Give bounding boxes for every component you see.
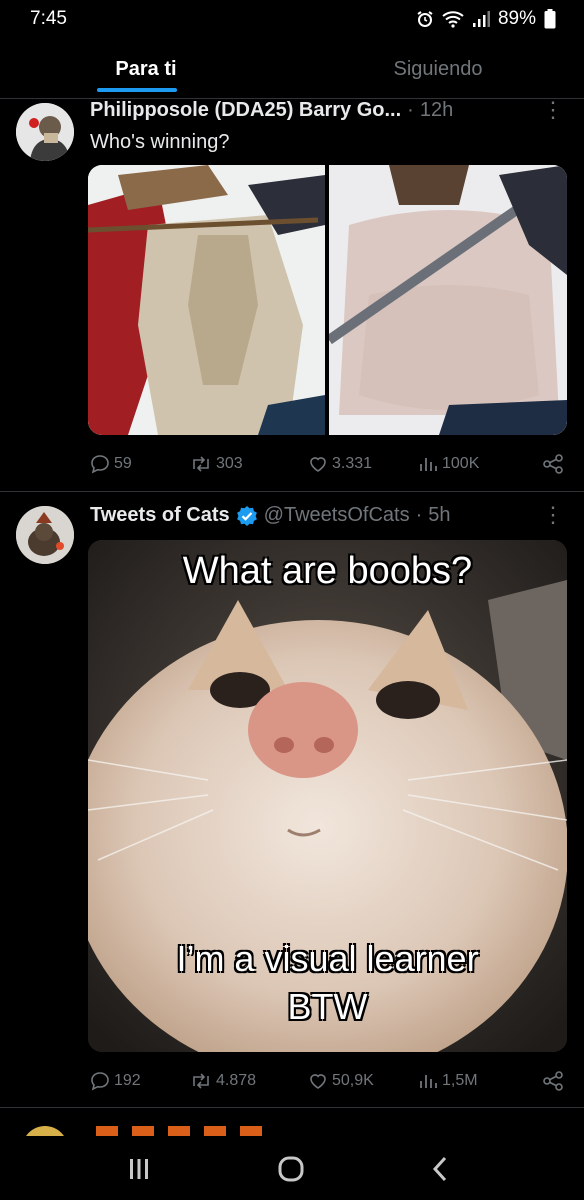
tweet-media[interactable]: What are boobs? I’m a visual learner BTW — [88, 540, 567, 1052]
tweet-divider — [0, 1107, 584, 1108]
share-icon — [542, 453, 564, 475]
wifi-icon — [442, 10, 464, 28]
meme-bottom-text-1: I’m a visual learner — [176, 938, 479, 979]
emoji-row-icon — [96, 1126, 276, 1136]
views-count: 100K — [442, 455, 480, 472]
share-icon — [542, 1070, 564, 1092]
meme-top-text: What are boobs? — [182, 550, 473, 592]
reply-count: 59 — [114, 455, 132, 472]
media-image-right[interactable] — [326, 165, 567, 435]
reply-icon — [90, 1071, 110, 1091]
tweet-time[interactable]: 5h — [428, 504, 450, 527]
separator: · — [415, 504, 423, 526]
tweet-media[interactable] — [88, 165, 567, 435]
heart-icon — [308, 1071, 328, 1091]
avatar[interactable] — [16, 506, 74, 564]
status-bar: 7:45 89% — [0, 0, 584, 40]
views-icon — [418, 454, 438, 474]
tweet-header: Philipposole (DDA25) Barry Go... · 12h — [90, 99, 564, 122]
retweet-count: 303 — [216, 455, 243, 472]
reply-icon — [90, 454, 110, 474]
retweet-icon — [190, 1071, 212, 1091]
retweet-button[interactable]: 4.878 — [190, 1071, 308, 1091]
media-image-left[interactable] — [88, 165, 325, 435]
like-count: 3.331 — [332, 455, 373, 472]
tweet-header: Tweets of Cats @TweetsOfCats · 5h — [90, 504, 564, 527]
battery-percent: 89% — [497, 8, 536, 29]
tweet-time[interactable]: 12h — [420, 99, 453, 122]
views-count: 1,5M — [442, 1072, 478, 1089]
next-tweet-peek[interactable] — [0, 1120, 584, 1136]
author-handle[interactable]: @TweetsOfCats — [264, 504, 410, 527]
tweet-1[interactable]: Philipposole (DDA25) Barry Go... · 12h ⋮… — [0, 97, 584, 491]
alarm-icon — [416, 10, 434, 28]
more-options-icon[interactable]: ⋮ — [542, 97, 564, 123]
avatar[interactable] — [16, 103, 74, 161]
more-options-icon[interactable]: ⋮ — [542, 502, 564, 528]
meme-bottom-text-2: BTW — [287, 986, 368, 1027]
share-button[interactable] — [542, 453, 564, 475]
reply-button[interactable]: 59 — [90, 454, 190, 474]
like-count: 50,9K — [332, 1072, 374, 1089]
battery-icon — [544, 9, 556, 29]
reply-count: 192 — [114, 1072, 141, 1089]
reply-button[interactable]: 192 — [90, 1071, 190, 1091]
share-button[interactable] — [542, 1070, 564, 1092]
recents-icon[interactable] — [128, 1158, 150, 1185]
tweet-actions: 59 303 3.331 100K — [90, 449, 564, 479]
author-name[interactable]: Philipposole (DDA25) Barry Go... — [90, 99, 401, 122]
views-button[interactable]: 100K — [418, 454, 528, 474]
verified-badge-icon — [236, 505, 258, 527]
tweet-text: Who's winning? — [90, 131, 230, 153]
views-icon — [418, 1071, 438, 1091]
author-name[interactable]: Tweets of Cats — [90, 504, 230, 527]
tweet-2[interactable]: Tweets of Cats @TweetsOfCats · 5h ⋮ What… — [0, 492, 584, 1107]
separator: · — [407, 99, 414, 121]
tweet-actions: 192 4.878 50,9K 1,5M — [90, 1066, 564, 1096]
like-button[interactable]: 3.331 — [308, 454, 418, 474]
views-button[interactable]: 1,5M — [418, 1071, 528, 1091]
timeline-tabs: Para ti Siguiendo — [0, 46, 584, 98]
home-icon[interactable] — [278, 1156, 304, 1187]
status-time: 7:45 — [30, 8, 67, 29]
status-icons: 89% — [416, 8, 556, 30]
heart-icon — [308, 454, 328, 474]
tab-siguiendo[interactable]: Siguiendo — [292, 46, 584, 98]
active-tab-indicator — [97, 88, 177, 92]
signal-icon — [472, 10, 490, 28]
avatar — [22, 1126, 68, 1136]
retweet-button[interactable]: 303 — [190, 454, 308, 474]
retweet-icon — [190, 454, 212, 474]
back-icon[interactable] — [432, 1156, 448, 1187]
like-button[interactable]: 50,9K — [308, 1071, 418, 1091]
retweet-count: 4.878 — [216, 1072, 257, 1089]
system-navigation-bar — [0, 1136, 584, 1200]
